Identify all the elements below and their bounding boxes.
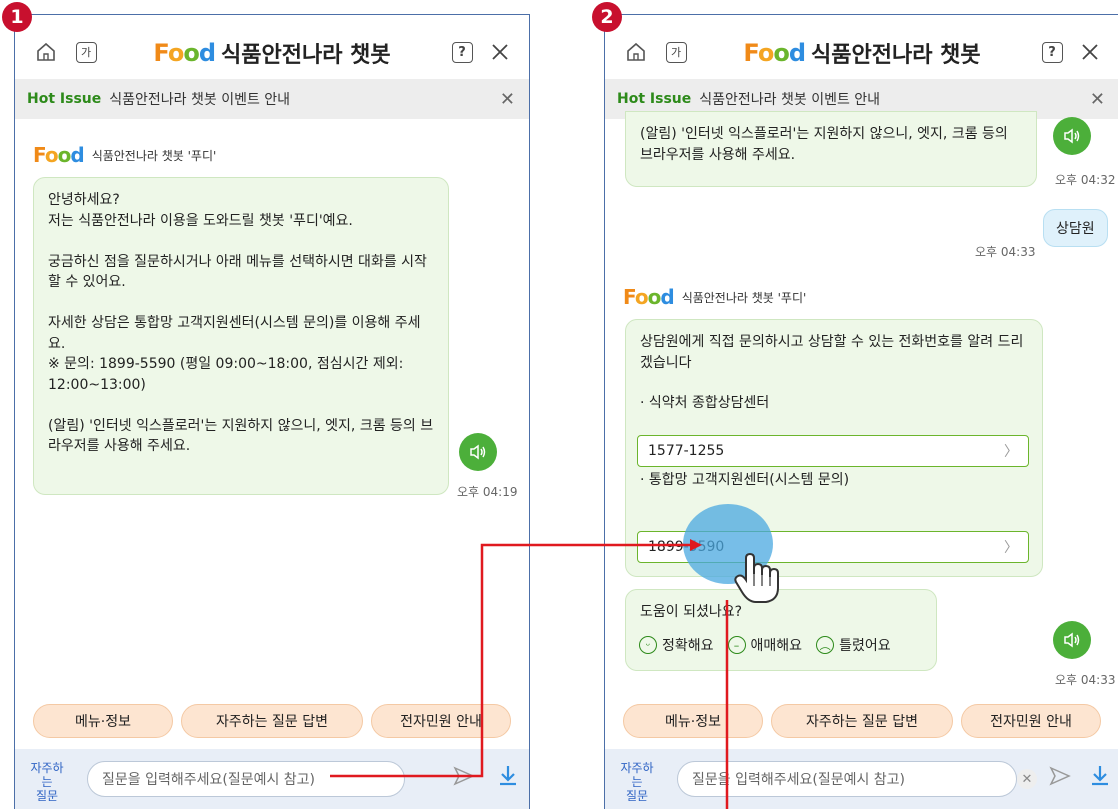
pointer-hand-icon — [734, 552, 779, 603]
message-time: 오후 04:19 — [457, 485, 518, 499]
phone-link-1577[interactable]: 1577-1255 〉 — [637, 435, 1029, 467]
user-message-time: 오후 04:33 — [975, 245, 1036, 259]
chatbot-panel-2: 가 Food 식품안전나라 챗봇 ? Hot Issue 식품안전나라 챗봇 이… — [604, 14, 1118, 809]
question-input[interactable]: 질문을 입력해주세요(질문예시 참고) — [677, 761, 1017, 797]
food-logo: Food — [153, 39, 216, 67]
download-icon[interactable] — [1089, 764, 1111, 794]
send-icon[interactable] — [453, 765, 475, 792]
quick-menu-info-button[interactable]: 메뉴·정보 — [623, 704, 763, 738]
feedback-wrong-button[interactable]: ︵ 틀렸어요 — [816, 635, 891, 655]
help-button[interactable]: ? — [449, 39, 475, 65]
close-icon[interactable] — [487, 39, 513, 65]
close-icon[interactable] — [1077, 39, 1103, 65]
speaker-icon[interactable] — [1053, 621, 1091, 659]
help-button[interactable]: ? — [1039, 39, 1065, 65]
feedback-correct-button[interactable]: ᵕ 정확해요 — [639, 635, 714, 655]
close-hot-issue-icon[interactable]: ✕ — [1090, 89, 1105, 110]
close-hot-issue-icon[interactable]: ✕ — [500, 89, 515, 110]
feedback-ambiguous-button[interactable]: – 애매해요 — [727, 635, 802, 655]
center1-label: · 식약처 종합상담센터 — [640, 395, 770, 411]
food-logo: Food — [743, 39, 806, 67]
step-2-badge: 2 — [592, 2, 622, 32]
faq-label-button[interactable]: 자주하는 질문 — [617, 761, 657, 803]
previous-bot-bubble: (알림) '인터넷 익스플로러'는 지원하지 않으니, 엣지, 크롬 등의 브라… — [625, 111, 1037, 187]
quick-menu-civil-button[interactable]: 전자민원 안내 — [961, 704, 1101, 738]
quick-menu-faq-button[interactable]: 자주하는 질문 답변 — [181, 704, 363, 738]
message-time: 오후 04:33 — [1055, 673, 1116, 687]
smile-icon: ᵕ — [639, 636, 657, 654]
quick-menu-row: 메뉴·정보 자주하는 질문 답변 전자민원 안내 — [33, 704, 511, 738]
center2-label: · 통합망 고객지원센터(시스템 문의) — [640, 471, 850, 488]
question-input[interactable]: 질문을 입력해주세요(질문예시 참고) — [87, 761, 405, 797]
faq-label-button[interactable]: 자주하는 질문 — [27, 761, 67, 803]
input-bar: 자주하는 질문 질문을 입력해주세요(질문예시 참고) — [15, 749, 529, 809]
chat-header: 가 Food 식품안전나라 챗봇 ? — [15, 27, 529, 77]
speaker-icon[interactable] — [459, 433, 497, 471]
chevron-right-icon: 〉 — [1004, 540, 1018, 556]
bot-greeting-bubble: 안녕하세요? 저는 식품안전나라 이용을 도와드릴 챗봇 '푸디'예요. 궁금하… — [33, 177, 449, 495]
send-icon[interactable] — [1049, 765, 1071, 792]
message-time: 오후 04:32 — [1055, 173, 1116, 187]
quick-menu-row: 메뉴·정보 자주하는 질문 답변 전자민원 안내 — [623, 704, 1101, 738]
chatbot-panel-1: 가 Food 식품안전나라 챗봇 ? Hot Issue 식품안전나라 챗봇 이… — [14, 14, 530, 809]
feedback-row: ᵕ 정확해요 – 애매해요 ︵ 틀렸어요 — [639, 635, 891, 655]
step-1-badge: 1 — [2, 2, 32, 32]
answer-intro: 상담원에게 직접 문의하시고 상담할 수 있는 전화번호를 알려 드리겠습니다 — [640, 334, 1024, 371]
frown-icon: ︵ — [816, 636, 835, 654]
quick-menu-info-button[interactable]: 메뉴·정보 — [33, 704, 173, 738]
input-bar: 자주하는 질문 질문을 입력해주세요(질문예시 참고) ✕ — [605, 749, 1118, 809]
speaker-icon[interactable] — [1053, 117, 1091, 155]
bot-name-row: Food 식품안전나라 챗봇 '푸디' — [33, 143, 217, 167]
hot-issue-bar[interactable]: Hot Issue 식품안전나라 챗봇 이벤트 안내 ✕ — [15, 79, 529, 119]
bot-avatar-icon: Food — [33, 143, 85, 167]
bot-name-row: Food 식품안전나라 챗봇 '푸디' — [623, 285, 807, 309]
download-icon[interactable] — [497, 764, 519, 794]
quick-menu-faq-button[interactable]: 자주하는 질문 답변 — [771, 704, 953, 738]
user-message-bubble: 상담원 — [1043, 209, 1108, 247]
neutral-face-icon: – — [727, 636, 746, 654]
bot-avatar-icon: Food — [623, 285, 675, 309]
chevron-right-icon: 〉 — [1004, 444, 1018, 460]
clear-input-icon[interactable]: ✕ — [1017, 769, 1037, 789]
quick-menu-civil-button[interactable]: 전자민원 안내 — [371, 704, 511, 738]
chat-header: 가 Food 식품안전나라 챗봇 ? — [605, 27, 1118, 77]
